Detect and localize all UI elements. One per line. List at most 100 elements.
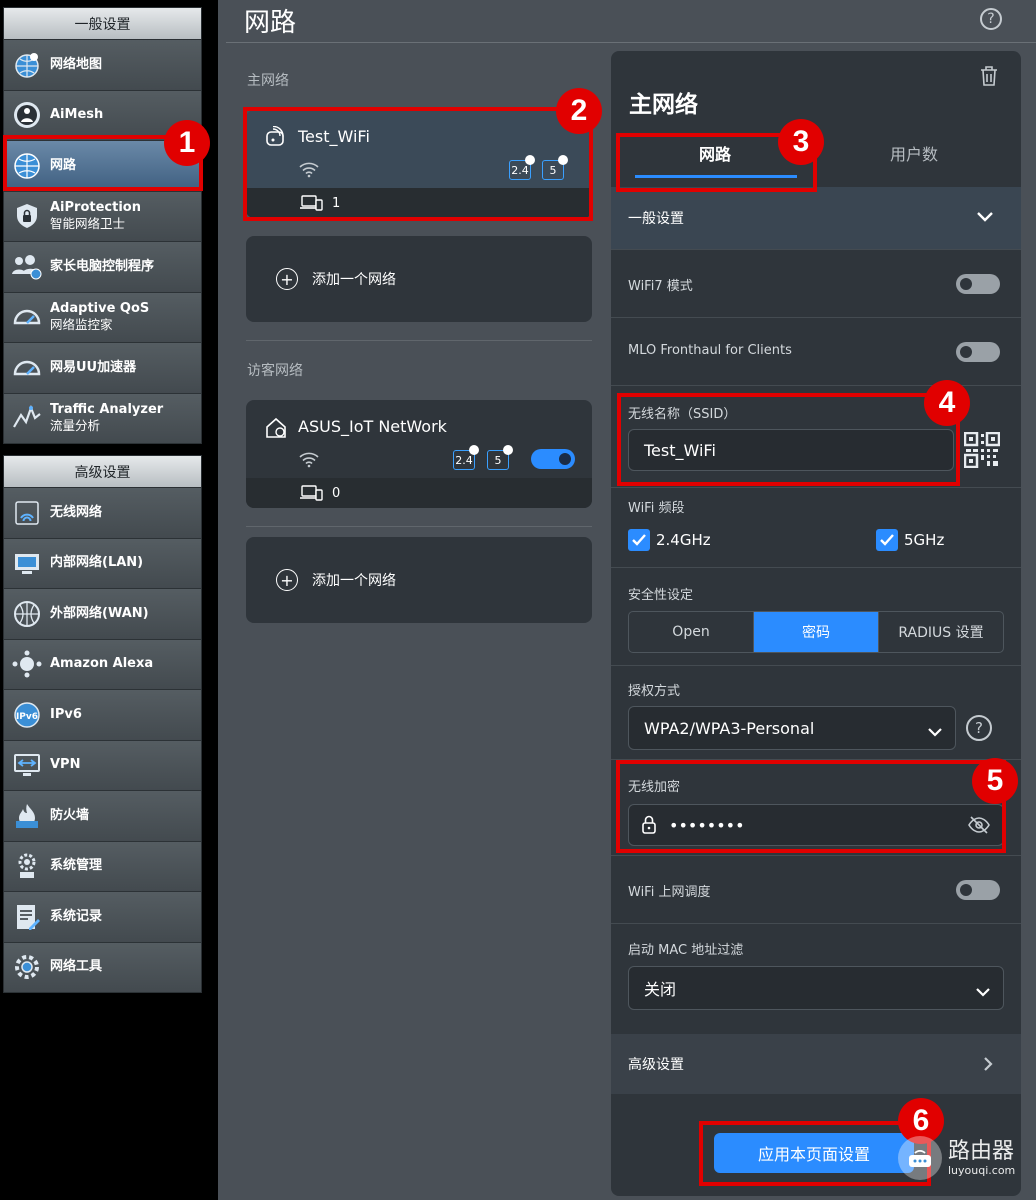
wifi7-toggle[interactable] (956, 274, 1000, 294)
sidebar-item-alexa[interactable]: Amazon Alexa (4, 639, 201, 690)
checkmark-icon (880, 534, 894, 546)
network-card-iot[interactable]: ASUS_IoT NetWork 2.4 5 0 (246, 400, 592, 508)
sidebar-item-uu-booster[interactable]: 网易UU加速器 (4, 343, 201, 394)
chevron-down-icon (976, 211, 994, 227)
annotation-badge-4: 4 (924, 380, 970, 426)
sidebar-item-vpn[interactable]: VPN (4, 740, 201, 791)
sidebar-item-label: 内部网络(LAN) (50, 555, 144, 571)
security-option-open[interactable]: Open (629, 612, 754, 652)
sidebar-item-label: 网易UU加速器 (50, 359, 137, 375)
help-icon[interactable]: ? (980, 8, 1002, 30)
security-option-radius[interactable]: RADIUS 设置 (879, 612, 1003, 652)
lock-icon (503, 445, 513, 455)
trash-icon[interactable] (979, 65, 999, 91)
band-5-text: 5 (494, 453, 502, 467)
band-5-badge: 5 (487, 445, 513, 470)
sidebar-item-ipv6[interactable]: IPv6 IPv6 (4, 690, 201, 741)
sidebar-item-wan[interactable]: 外部网络(WAN) (4, 589, 201, 640)
ssid-input[interactable]: Test_WiFi (628, 429, 954, 471)
router-signal-icon (264, 125, 286, 152)
devices-icon (300, 485, 324, 505)
password-input[interactable]: •••••••• (628, 804, 1004, 846)
sidebar-item-label: Traffic Analyzer (50, 402, 164, 418)
general-settings-label: 一般设置 (628, 211, 684, 227)
sidebar-item-firewall[interactable]: 防火墙 (4, 791, 201, 842)
wifi-schedule-label: WiFi 上网调度 (628, 885, 711, 900)
sidebar-item-label: 网络工具 (50, 959, 103, 975)
band-24-text: 2.4 (455, 453, 473, 467)
band-24-label: 2.4GHz (656, 531, 711, 549)
device-count: 1 (332, 195, 341, 211)
mac-filter-select[interactable]: 关闭 (628, 966, 1004, 1010)
eye-off-icon[interactable] (967, 815, 991, 839)
sidebar-general-header: 一般设置 (4, 8, 201, 40)
sidebar-item-adaptive-qos[interactable]: Adaptive QoS 网络监控家 (4, 292, 201, 343)
sidebar-item-system-admin[interactable]: 系统管理 (4, 841, 201, 892)
watermark-url: luyouqi.com (948, 1163, 1016, 1177)
band-24-checkbox[interactable] (628, 529, 650, 551)
advanced-settings-row[interactable]: 高级设置 (611, 1034, 1021, 1094)
apply-settings-button[interactable]: 应用本页面设置 (714, 1133, 914, 1173)
wifi-icon (298, 160, 320, 182)
mlo-label: MLO Fronthaul for Clients (628, 343, 792, 358)
watermark-title: 路由器 (948, 1138, 1015, 1164)
sidebar-item-aiprotection[interactable]: AiProtection 智能网络卫士 (4, 191, 201, 242)
sidebar-item-parental-control[interactable]: 家长电脑控制程序 (4, 242, 201, 293)
speedometer-icon (10, 300, 44, 334)
firewall-icon (10, 799, 44, 833)
checkmark-icon (632, 534, 646, 546)
parental-control-icon (10, 250, 44, 284)
help-icon[interactable]: ? (966, 715, 992, 741)
add-network-button[interactable]: + 添加一个网络 (246, 236, 592, 322)
security-label: 安全性设定 (628, 588, 694, 603)
add-network-label: 添加一个网络 (312, 272, 396, 288)
encryption-label: 无线加密 (628, 780, 681, 795)
ssid-value: Test_WiFi (644, 440, 716, 460)
divider (226, 42, 1036, 43)
sidebar-item-network-map[interactable]: 网络地图 (4, 40, 201, 91)
lock-icon (558, 155, 568, 165)
panel-title: 主网络 (629, 92, 698, 118)
mlo-toggle[interactable] (956, 342, 1000, 362)
plus-icon: + (276, 569, 298, 591)
general-settings-header[interactable]: 一般设置 (611, 187, 1021, 249)
sidebar-item-system-log[interactable]: 系统记录 (4, 892, 201, 943)
sidebar-item-network-tools[interactable]: 网络工具 (4, 942, 201, 993)
tab-active-indicator (635, 175, 797, 178)
sidebar-item-label: AiMesh (50, 107, 104, 123)
mlo-row: MLO Fronthaul for Clients (611, 317, 1021, 385)
mac-filter-label: 启动 MAC 地址过滤 (628, 943, 744, 958)
sidebar-item-sublabel: 智能网络卫士 (50, 216, 126, 232)
alexa-icon (10, 647, 44, 681)
network-name: Test_WiFi (298, 127, 370, 146)
sidebar-advanced-header: 高级设置 (4, 456, 201, 488)
sidebar-general: 一般设置 网络地图 AiMesh 网路 AiProtection 智能网络卫士 家… (3, 7, 202, 444)
auth-row: 授权方式 WPA2/WPA3-Personal ? (611, 665, 1021, 759)
band-5-checkbox[interactable] (876, 529, 898, 551)
guest-network-section-label: 访客网络 (247, 363, 303, 379)
security-option-password[interactable]: 密码 (754, 612, 879, 652)
guest-network-toggle[interactable] (531, 449, 575, 469)
devices-icon (300, 195, 324, 215)
device-count: 0 (332, 485, 341, 501)
sidebar-item-traffic-analyzer[interactable]: Traffic Analyzer 流量分析 (4, 393, 201, 444)
wifi-schedule-row: WiFi 上网调度 (611, 855, 1021, 923)
vpn-icon (10, 748, 44, 782)
add-network-label: 添加一个网络 (312, 573, 396, 589)
tab-clients[interactable]: 用户数 (890, 141, 938, 165)
qr-code-icon[interactable] (963, 431, 1001, 472)
router-logo-icon (898, 1136, 942, 1180)
tab-network[interactable]: 网路 (699, 141, 731, 165)
auth-method-select[interactable]: WPA2/WPA3-Personal (628, 706, 956, 750)
band-24-badge: 2.4 (453, 445, 479, 470)
wifi-schedule-toggle[interactable] (956, 880, 1000, 900)
encryption-row: 无线加密 •••••••• (611, 759, 1021, 855)
network-card-test-wifi[interactable]: Test_WiFi 2.4 5 1 (246, 110, 592, 218)
system-log-icon (10, 900, 44, 934)
sidebar-item-lan[interactable]: 内部网络(LAN) (4, 538, 201, 589)
sidebar-item-wireless[interactable]: 无线网络 (4, 488, 201, 539)
annotation-badge-2: 2 (556, 88, 602, 134)
watermark: 路由器 luyouqi.com (898, 1136, 1015, 1180)
lan-icon (10, 546, 44, 580)
add-guest-network-button[interactable]: + 添加一个网络 (246, 537, 592, 623)
